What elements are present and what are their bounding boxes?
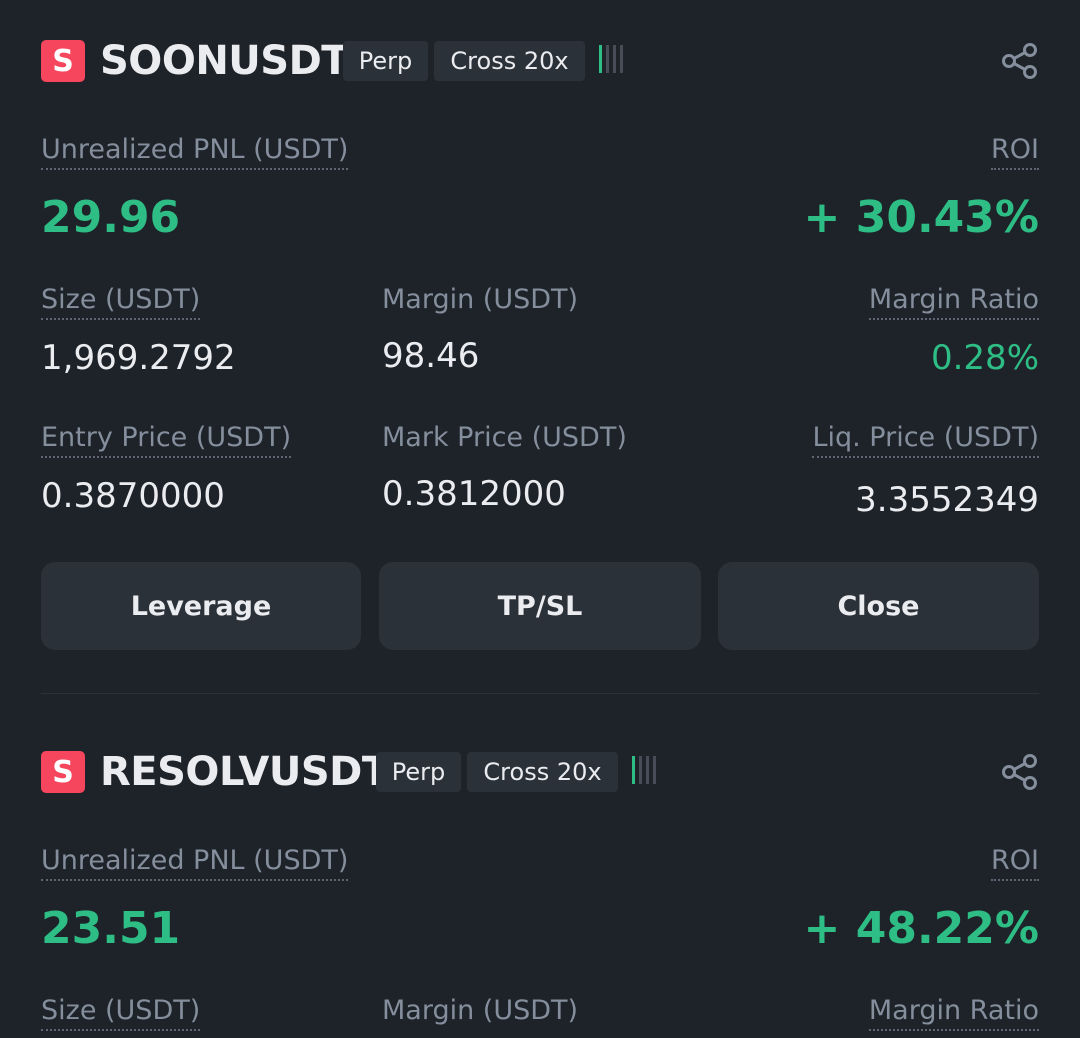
card-divider [41,693,1039,694]
leverage-button[interactable]: Leverage [41,562,361,650]
mark-price-label: Mark Price (USDT) [382,422,627,453]
symbol-name[interactable]: SOONUSDT [100,38,349,84]
close-position-button[interactable]: Close [718,562,1039,650]
margin-label: Margin (USDT) [382,995,579,1026]
unrealized-pnl-label[interactable]: Unrealized PNL (USDT) [41,133,349,170]
symbol-icon: S [41,40,85,82]
position-header: S RESOLVUSDT Perp Cross 20x [41,749,1039,795]
perp-tag: Perp [343,41,428,81]
entry-price-value: 0.3870000 [41,476,225,516]
size-label[interactable]: Size (USDT) [41,283,201,320]
position-card: S SOONUSDT Perp Cross 20x Unrealized PNL… [41,38,1039,650]
share-icon[interactable] [1001,753,1039,791]
margin-mode-tag[interactable]: Cross 20x [434,41,585,81]
mark-price-value: 0.3812000 [382,474,566,514]
roi-label[interactable]: ROI [991,133,1039,170]
margin-mode-tag[interactable]: Cross 20x [467,752,618,792]
margin-ratio-label[interactable]: Margin Ratio [868,994,1039,1031]
margin-label: Margin (USDT) [382,284,579,315]
size-label[interactable]: Size (USDT) [41,994,201,1031]
entry-price-label[interactable]: Entry Price (USDT) [41,421,292,458]
unrealized-pnl-value: 29.96 [41,192,181,243]
positions-page: S SOONUSDT Perp Cross 20x Unrealized PNL… [0,0,1080,1038]
liq-price-label[interactable]: Liq. Price (USDT) [812,421,1039,458]
symbol-name[interactable]: RESOLVUSDT [100,749,389,795]
liq-price-value: 3.3552349 [855,480,1039,520]
perp-tag: Perp [376,752,461,792]
margin-risk-bars-icon [599,44,623,74]
roi-label[interactable]: ROI [991,844,1039,881]
size-value: 1,969.2792 [41,338,236,378]
margin-ratio-value: 0.28% [930,338,1039,378]
position-card: S RESOLVUSDT Perp Cross 20x Unrealized P… [41,749,1039,1038]
share-icon[interactable] [1001,42,1039,80]
unrealized-pnl-value: 23.51 [41,903,181,954]
roi-value: + 48.22% [803,903,1039,954]
position-header: S SOONUSDT Perp Cross 20x [41,38,1039,84]
margin-ratio-label[interactable]: Margin Ratio [868,283,1039,320]
unrealized-pnl-label[interactable]: Unrealized PNL (USDT) [41,844,349,881]
roi-value: + 30.43% [803,192,1039,243]
tpsl-button[interactable]: TP/SL [379,562,701,650]
margin-risk-bars-icon [632,755,656,785]
symbol-icon: S [41,751,85,793]
margin-value: 98.46 [382,336,480,376]
